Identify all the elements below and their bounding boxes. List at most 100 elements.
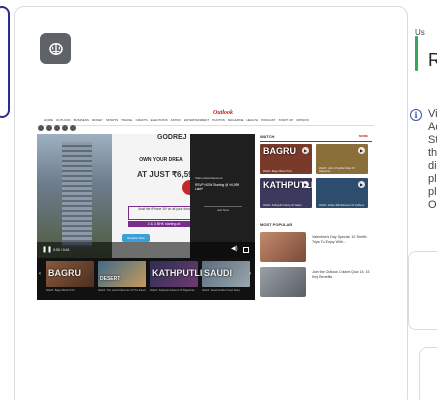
nav-item[interactable]: PODCAST <box>261 118 276 124</box>
right-card[interactable] <box>419 347 437 400</box>
chevron-right-icon[interactable]: › <box>249 271 251 277</box>
nav-divider <box>44 125 374 126</box>
brain-icon-button[interactable] <box>40 33 71 64</box>
social-icon[interactable] <box>62 125 68 131</box>
watch-item-caption: Watch: Kathputli Colony Of Jaipur <box>263 204 302 207</box>
watch-item[interactable]: ▶ Watch: Indian Silk Weavers Of Jodhpur <box>316 178 368 208</box>
carousel-item[interactable]: SAUDI Watch: Saudi Arabia Travel Diary <box>202 261 250 292</box>
more-link[interactable]: MORE <box>359 134 368 138</box>
video-ad-label: Video Advertisement <box>195 176 223 180</box>
watch-item-caption: Watch: Bagru Block Print <box>263 170 292 173</box>
info-line: th <box>428 147 437 159</box>
social-icon[interactable] <box>54 125 60 131</box>
nav-item[interactable]: ELECTIONS <box>151 118 168 124</box>
video-carousel: ‹ BAGRU Watch: Bagru Block Print DESERT … <box>37 258 255 300</box>
nav-item[interactable]: HOME <box>44 118 53 124</box>
video-ad-text: RSVP NOW Starting @ ₹6,599 Lakh* <box>195 183 240 191</box>
popular-item[interactable]: Valentine's Day Special: 10 Terrific Tri… <box>260 232 372 263</box>
watch-item[interactable]: BAGRU ▶ Watch: Bagru Block Print <box>260 144 312 174</box>
info-icon[interactable]: i <box>410 109 422 121</box>
ad-headline: OWN YOUR DREA <box>139 157 183 163</box>
info-line: pl <box>428 173 437 185</box>
video-ad-panel: Video Advertisement RSVP NOW Starting @ … <box>190 134 255 258</box>
fullscreen-icon[interactable] <box>243 247 249 253</box>
info-line: St <box>428 134 437 146</box>
play-icon[interactable]: ▶ <box>302 147 309 154</box>
nav-item[interactable]: PHOTOS <box>212 118 225 124</box>
ad-building-image <box>37 134 112 258</box>
site-logo: Outlook <box>213 110 234 116</box>
nav-item[interactable]: OPINION <box>296 118 309 124</box>
carousel-title: SAUDI <box>204 268 233 278</box>
chevron-left-icon[interactable]: ‹ <box>39 271 41 277</box>
volume-icon[interactable]: ◀) <box>231 246 238 252</box>
nav-item[interactable]: TRAVEL <box>121 118 132 124</box>
nav-item[interactable]: ENTERTAINMENT <box>184 118 209 124</box>
nav-item[interactable]: BUSINESS <box>74 118 89 124</box>
social-icon[interactable] <box>70 125 76 131</box>
webpage-screenshot: Outlook HOME OUTLOOK BUSINESS MONEY SPOR… <box>24 108 400 308</box>
screen: Outlook HOME OUTLOOK BUSINESS MONEY SPOR… <box>0 0 437 400</box>
timecode: 0:00 / 0:41 <box>53 248 70 252</box>
nav-item[interactable]: SPORTS <box>106 118 118 124</box>
pause-icon[interactable]: ❚❚ <box>42 247 52 253</box>
social-icon[interactable] <box>38 125 44 131</box>
nav-item[interactable]: MONEY <box>92 118 103 124</box>
carousel-caption: Watch: Kathputli Artisans Of Rajasthan <box>150 289 195 292</box>
carousel-caption: Watch: Saudi Arabia Travel Diary <box>202 289 240 292</box>
status-bar <box>415 36 418 71</box>
carousel-item[interactable]: DESERT Watch: The Last Fisherman Of The … <box>98 261 146 292</box>
video-player[interactable]: GODREJ OWN YOUR DREA AT JUST ₹6,599 Avai… <box>37 134 255 258</box>
watch-item-title: BAGRU <box>263 146 296 156</box>
popular-item[interactable]: Join the Outlook Cricket Quiz 14: 15 Key… <box>260 267 372 298</box>
watch-item[interactable]: KATHPUTLI ▶ Watch: Kathputli Colony Of J… <box>260 178 312 208</box>
right-top-letter: R <box>428 50 437 70</box>
carousel-caption: Watch: Bagru Block Print <box>46 289 75 292</box>
play-icon[interactable]: ▶ <box>358 147 365 154</box>
play-icon[interactable]: ▶ <box>358 181 365 188</box>
nav-item[interactable]: CRAFTS <box>136 118 148 124</box>
info-line: Ad <box>428 121 437 133</box>
info-line: Oa <box>428 199 437 211</box>
info-line: Vi <box>428 108 437 120</box>
nav-item[interactable]: MAGAZINE <box>228 118 244 124</box>
popular-text: Join the Outlook Cricket Quiz 14: 15 Key… <box>312 270 370 279</box>
player-controls: ❚❚ 0:00 / 0:41 ◀) <box>37 242 255 258</box>
watch-header: WATCH MORE <box>260 134 372 139</box>
watch-item-caption: Watch: Indian Silk Weavers Of Jodhpur <box>319 204 365 207</box>
carousel-title: DESERT <box>100 276 121 282</box>
info-line: di <box>428 160 437 172</box>
social-icon[interactable] <box>46 125 52 131</box>
watch-item[interactable]: ▶ Watch: Life in Pushkar Mela Of Rajasth… <box>316 144 368 174</box>
carousel-item[interactable]: KATHPUTLI Watch: Kathputli Artisans Of R… <box>150 261 202 292</box>
site-nav: HOME OUTLOOK BUSINESS MONEY SPORTS TRAVE… <box>44 118 374 124</box>
popular-thumb <box>260 232 306 262</box>
site-sidebar: WATCH MORE BAGRU ▶ Watch: Bagru Block Pr… <box>260 134 372 297</box>
info-text: Vi Ad St th di pl pl Oa <box>428 108 437 212</box>
nav-item[interactable]: ASTRO <box>171 118 181 124</box>
watch-rule <box>260 141 372 142</box>
right-card[interactable] <box>408 251 437 330</box>
most-popular-header: MOST POPULAR <box>260 222 293 227</box>
ad-enquire-tag[interactable]: Enquire Now <box>122 234 150 242</box>
info-line: pl <box>428 186 437 198</box>
right-top-panel: Us R <box>415 28 437 71</box>
video-ad-button[interactable]: Ask Now <box>204 206 242 212</box>
ad-price: AT JUST ₹6,599 <box>137 170 198 179</box>
nav-item[interactable]: START UP <box>279 118 294 124</box>
nav-item[interactable]: OUTLOOK <box>56 118 71 124</box>
right-top-label: Us <box>415 28 425 37</box>
nav-item[interactable]: HEALTH <box>246 118 258 124</box>
carousel-title: KATHPUTLI <box>152 268 203 278</box>
ad-title: GODREJ <box>157 134 187 141</box>
watch-item-caption: Watch: Life in Pushkar Mela Of Rajasthan <box>319 167 355 173</box>
carousel-item[interactable]: BAGRU Watch: Bagru Block Print <box>46 261 94 292</box>
popular-text: Valentine's Day Special: 10 Terrific Tri… <box>312 235 367 244</box>
carousel-caption: Watch: The Last Fisherman Of The Desert <box>98 289 146 292</box>
play-icon[interactable]: ▶ <box>302 181 309 188</box>
brain-icon <box>48 42 63 55</box>
social-icons <box>38 125 76 131</box>
left-card-edge[interactable] <box>0 6 10 118</box>
popular-thumb <box>260 267 306 297</box>
carousel-title: BAGRU <box>48 268 81 278</box>
